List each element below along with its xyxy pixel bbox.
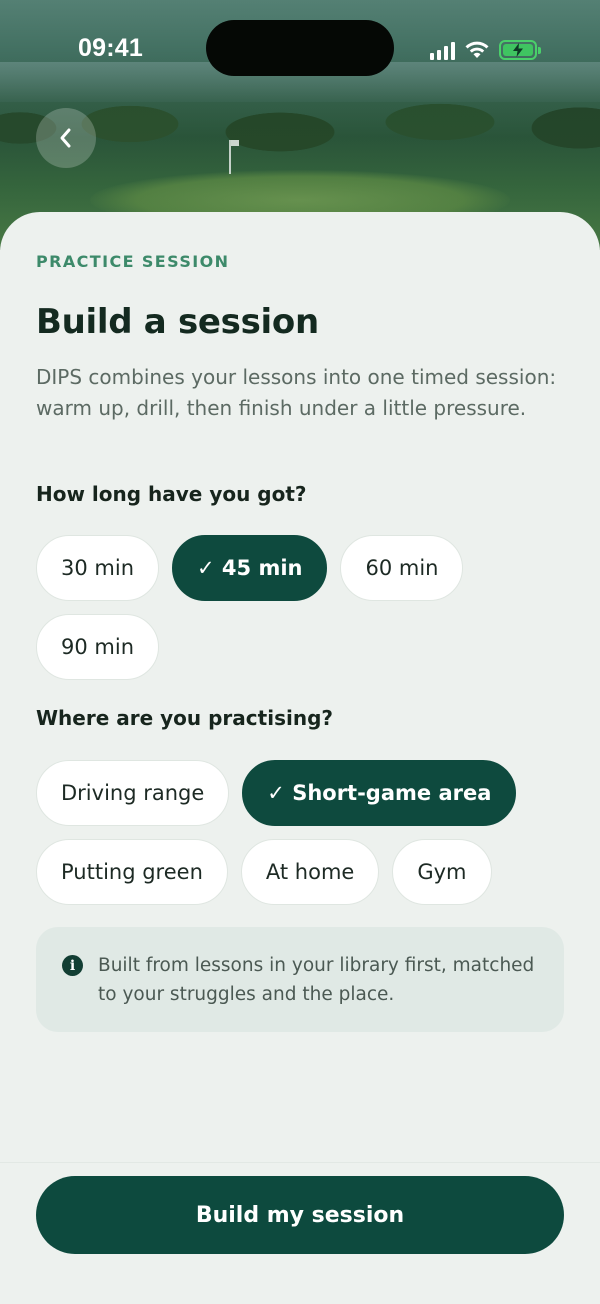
duration-option-60[interactable]: 60 min xyxy=(340,535,464,601)
back-button[interactable] xyxy=(36,108,96,168)
wifi-icon xyxy=(465,41,489,58)
location-option-gym[interactable]: Gym xyxy=(392,839,492,905)
location-options: Driving range ✓ Short-game area Putting … xyxy=(36,760,536,905)
dynamic-island xyxy=(206,20,394,76)
signal-icon xyxy=(430,40,455,60)
info-box: i Built from lessons in your library fir… xyxy=(36,927,564,1032)
info-icon: i xyxy=(62,955,83,976)
info-text: Built from lessons in your library first… xyxy=(98,955,535,1005)
battery-charging-icon xyxy=(499,40,541,60)
chevron-left-icon xyxy=(60,128,71,148)
status-time: 09:41 xyxy=(78,34,143,62)
intro-text: DIPS combines your lessons into one time… xyxy=(36,365,557,420)
duration-option-45[interactable]: ✓ 45 min xyxy=(172,535,328,601)
location-option-putting-green[interactable]: Putting green xyxy=(36,839,228,905)
footer-divider xyxy=(0,1162,600,1163)
location-label: Where are you practising? xyxy=(36,706,333,730)
duration-option-90[interactable]: 90 min xyxy=(36,614,159,680)
location-option-driving-range[interactable]: Driving range xyxy=(36,760,230,826)
duration-label: How long have you got? xyxy=(36,482,307,506)
duration-option-30[interactable]: 30 min xyxy=(36,535,159,601)
eyebrow-label: PRACTICE SESSION xyxy=(36,252,230,271)
duration-options: 30 min ✓ 45 min 60 min 90 min xyxy=(36,535,496,680)
page-title: Build a session xyxy=(36,302,319,342)
location-option-at-home[interactable]: At home xyxy=(240,839,380,905)
build-session-button[interactable]: Build my session xyxy=(36,1176,564,1254)
status-icons xyxy=(430,36,541,60)
location-option-short-game[interactable]: ✓ Short-game area xyxy=(242,760,517,826)
